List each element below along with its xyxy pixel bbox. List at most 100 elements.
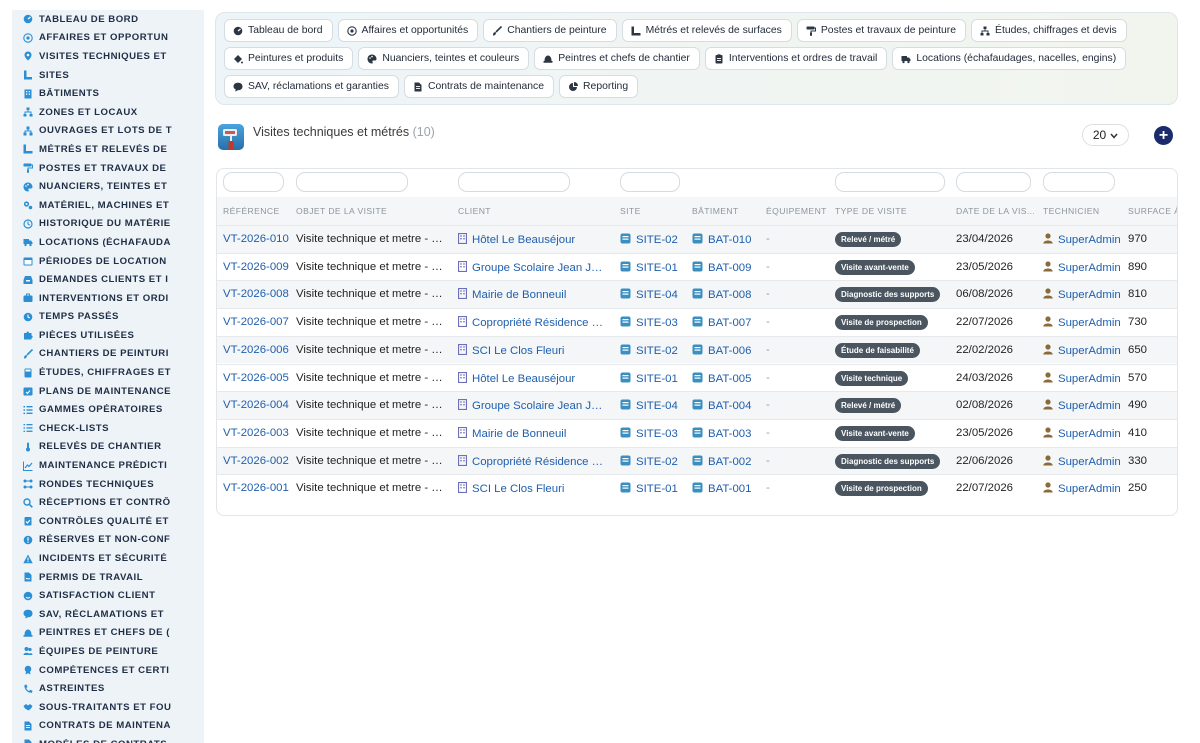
table-row[interactable]: VT-2026-008 Visite technique et metre - R… <box>217 280 1177 309</box>
sidebar-item[interactable]: PÉRIODES DE LOCATION <box>12 252 204 271</box>
technician-link[interactable]: SuperAdmin <box>1043 399 1127 412</box>
reference-link[interactable]: VT-2026-001 <box>223 482 291 494</box>
technician-link[interactable]: SuperAdmin <box>1043 288 1127 301</box>
client-link[interactable]: Mairie de Bonneuil <box>458 426 608 440</box>
building-link[interactable]: BAT-008 <box>692 288 762 301</box>
table-row[interactable]: VT-2026-009 Visite technique et metre - C… <box>217 252 1177 281</box>
reference-link[interactable]: VT-2026-008 <box>223 288 291 300</box>
site-link[interactable]: SITE-01 <box>620 482 688 495</box>
sidebar-item[interactable]: GAMMES OPÉRATOIRES <box>12 400 204 419</box>
client-link[interactable]: Hôtel Le Beauséjour <box>458 371 608 385</box>
sidebar-item[interactable]: MATÉRIEL, MACHINES ET <box>12 196 204 215</box>
module-tab[interactable]: Peintures et produits <box>224 47 354 70</box>
table-row[interactable]: VT-2026-005 Visite technique et metre - R… <box>217 363 1177 392</box>
column-header[interactable]: SURFACE À <box>1128 206 1177 216</box>
column-header[interactable]: SITE <box>620 206 641 216</box>
module-tab[interactable]: Peintres et chefs de chantier <box>534 47 700 70</box>
table-row[interactable]: VT-2026-004 Visite technique et metre - D… <box>217 391 1177 419</box>
reference-link[interactable]: VT-2026-009 <box>223 261 291 273</box>
reference-link[interactable]: VT-2026-005 <box>223 372 291 384</box>
sidebar-item[interactable]: CONTRÔLES QUALITÉ ET <box>12 512 204 531</box>
module-tab[interactable]: Nuanciers, teintes et couleurs <box>358 47 530 70</box>
reference-link[interactable]: VT-2026-010 <box>223 233 291 245</box>
sidebar-item[interactable]: ÉQUIPES DE PEINTURE <box>12 642 204 661</box>
sidebar-item[interactable]: VISITES TECHNIQUES ET <box>12 47 204 66</box>
building-link[interactable]: BAT-003 <box>692 427 762 440</box>
module-tab[interactable]: SAV, réclamations et garanties <box>224 75 399 98</box>
table-row[interactable]: VT-2026-006 Visite technique et metre - R… <box>217 335 1177 364</box>
table-row[interactable]: VT-2026-001 Visite technique et metre - P… <box>217 474 1177 502</box>
column-header[interactable]: ÉQUIPEMENT <box>766 206 827 216</box>
sidebar-item[interactable]: RÉSERVES ET NON-CONF <box>12 531 204 550</box>
filter-client-input[interactable] <box>458 172 570 192</box>
sidebar-item[interactable]: PERMIS DE TRAVAIL <box>12 568 204 587</box>
sidebar-item[interactable]: INTERVENTIONS ET ORDI <box>12 289 204 308</box>
site-link[interactable]: SITE-01 <box>620 372 688 385</box>
sidebar-item[interactable]: MODÈLES DE CONTRATS <box>12 735 204 743</box>
building-link[interactable]: BAT-009 <box>692 261 762 274</box>
technician-link[interactable]: SuperAdmin <box>1043 482 1127 495</box>
sidebar-item[interactable]: HISTORIQUE DU MATÉRIE <box>12 215 204 234</box>
site-link[interactable]: SITE-02 <box>620 344 688 357</box>
table-row[interactable]: VT-2026-010 Visite technique et metre - D… <box>217 225 1177 253</box>
filter-type-input[interactable] <box>835 172 945 192</box>
site-link[interactable]: SITE-04 <box>620 288 688 301</box>
site-link[interactable]: SITE-02 <box>620 455 688 468</box>
module-tab[interactable]: Contrats de maintenance <box>403 75 555 98</box>
column-header[interactable]: DATE DE LA VIS... <box>956 206 1034 216</box>
building-link[interactable]: BAT-002 <box>692 455 762 468</box>
sidebar-item[interactable]: PLANS DE MAINTENANCE <box>12 382 204 401</box>
sidebar-item[interactable]: MAINTENANCE PRÉDICTI <box>12 456 204 475</box>
technician-link[interactable]: SuperAdmin <box>1043 344 1127 357</box>
sidebar-item[interactable]: RELEVÉS DE CHANTIER <box>12 438 204 457</box>
sidebar-item[interactable]: AFFAIRES ET OPPORTUN <box>12 29 204 48</box>
module-tab[interactable]: Postes et travaux de peinture <box>796 19 967 42</box>
column-header[interactable]: RÉFÉRENCE <box>223 206 280 216</box>
sidebar-item[interactable]: OUVRAGES ET LOTS DE T <box>12 122 204 141</box>
client-link[interactable]: Groupe Scolaire Jean Jau... <box>458 399 608 412</box>
sidebar-item[interactable]: RÉCEPTIONS ET CONTRÔ <box>12 493 204 512</box>
technician-link[interactable]: SuperAdmin <box>1043 316 1127 329</box>
sidebar-item[interactable]: CHANTIERS DE PEINTURI <box>12 345 204 364</box>
sidebar-item[interactable]: PIÈCES UTILISÉES <box>12 326 204 345</box>
sidebar-item[interactable]: NUANCIERS, TEINTES ET <box>12 177 204 196</box>
sidebar-item[interactable]: TEMPS PASSÉS <box>12 308 204 327</box>
filter-reference-input[interactable] <box>223 172 284 192</box>
page-size-select[interactable]: 20 <box>1082 124 1129 146</box>
sidebar-item[interactable]: COMPÉTENCES ET CERTI <box>12 661 204 680</box>
module-tab[interactable]: Reporting <box>559 75 639 98</box>
sidebar-item[interactable]: PEINTRES ET CHEFS DE ( <box>12 624 204 643</box>
client-link[interactable]: SCI Le Clos Fleuri <box>458 482 608 495</box>
add-record-button[interactable]: + <box>1154 126 1173 145</box>
module-tab[interactable]: Études, chiffrages et devis <box>971 19 1127 42</box>
site-link[interactable]: SITE-04 <box>620 399 688 412</box>
reference-link[interactable]: VT-2026-003 <box>223 427 291 439</box>
reference-link[interactable]: VT-2026-007 <box>223 316 291 328</box>
sidebar-item[interactable]: ÉTUDES, CHIFFRAGES ET <box>12 363 204 382</box>
building-link[interactable]: BAT-010 <box>692 233 762 246</box>
technician-link[interactable]: SuperAdmin <box>1043 261 1127 274</box>
table-row[interactable]: VT-2026-007 Visite technique et metre - P… <box>217 308 1177 336</box>
table-row[interactable]: VT-2026-002 Visite technique et metre - R… <box>217 446 1177 475</box>
technician-link[interactable]: SuperAdmin <box>1043 371 1127 385</box>
building-link[interactable]: BAT-006 <box>692 344 762 357</box>
filter-date-input[interactable] <box>956 172 1031 192</box>
client-link[interactable]: Groupe Scolaire Jean Jau... <box>458 260 608 274</box>
sidebar-item[interactable]: MÉTRÉS ET RELEVÉS DE <box>12 140 204 159</box>
technician-link[interactable]: SuperAdmin <box>1043 454 1127 468</box>
sidebar-item[interactable]: CONTRATS DE MAINTENA <box>12 717 204 736</box>
client-link[interactable]: SCI Le Clos Fleuri <box>458 343 608 357</box>
sidebar-item[interactable]: SITES <box>12 66 204 85</box>
filter-site-input[interactable] <box>620 172 680 192</box>
column-header[interactable]: BÂTIMENT <box>692 206 739 216</box>
building-link[interactable]: BAT-001 <box>692 482 762 495</box>
module-tab[interactable]: Interventions et ordres de travail <box>704 47 888 70</box>
sidebar-item[interactable]: SOUS-TRAITANTS ET FOU <box>12 698 204 717</box>
client-link[interactable]: Hôtel Le Beauséjour <box>458 233 608 246</box>
sidebar-item[interactable]: ASTREINTES <box>12 679 204 698</box>
filter-objet-input[interactable] <box>296 172 408 192</box>
technician-link[interactable]: SuperAdmin <box>1043 233 1127 246</box>
filter-technicien-input[interactable] <box>1043 172 1115 192</box>
sidebar-item[interactable]: BÂTIMENTS <box>12 84 204 103</box>
sidebar-item[interactable]: RONDES TECHNIQUES <box>12 475 204 494</box>
